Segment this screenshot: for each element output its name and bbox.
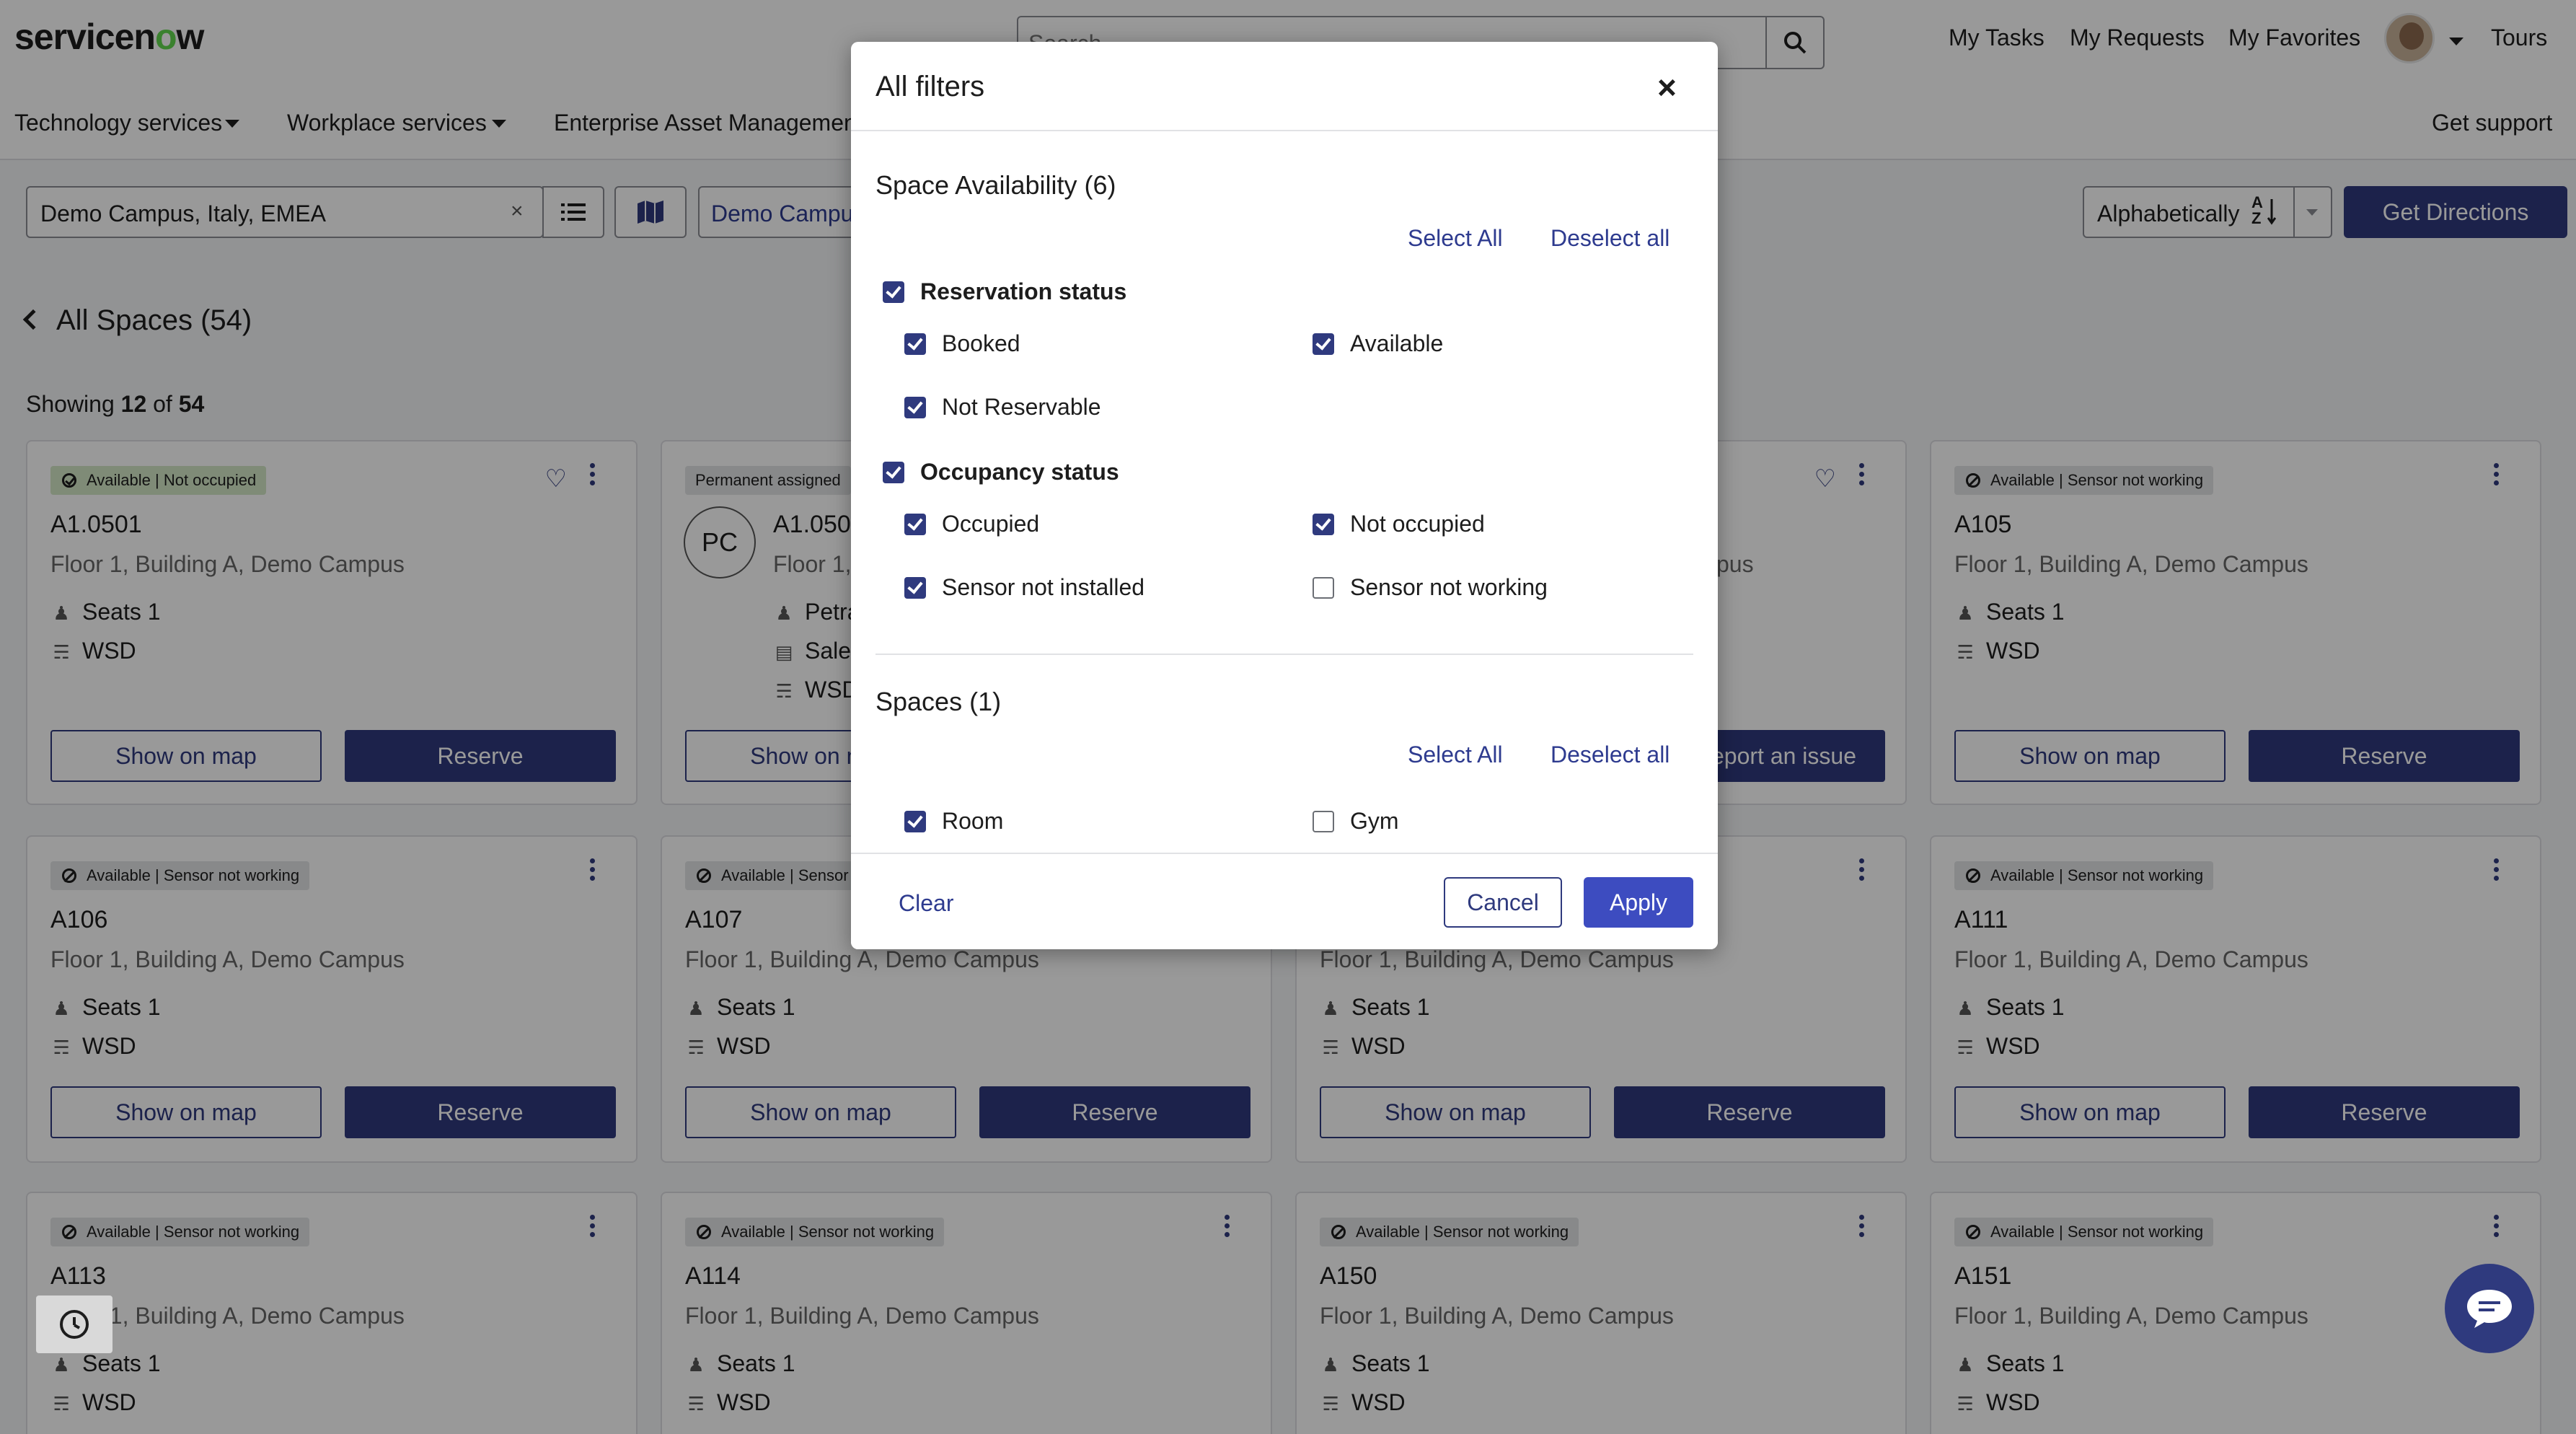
- dialog-header: All filters ×: [851, 42, 1718, 131]
- checkbox-checked-icon: [1313, 513, 1334, 535]
- occupied-checkbox[interactable]: Occupied: [904, 511, 1039, 537]
- checkbox-checked-icon: [883, 461, 904, 483]
- section-divider: [875, 654, 1693, 655]
- availability-deselect-all-link[interactable]: Deselect all: [1551, 225, 1669, 252]
- sensor-not-installed-checkbox[interactable]: Sensor not installed: [904, 574, 1144, 601]
- spaces-title: Spaces (1): [875, 687, 1002, 716]
- spaces-deselect-all-link[interactable]: Deselect all: [1551, 742, 1669, 768]
- checkbox-checked-icon: [904, 396, 926, 418]
- space-availability-title: Space Availability (6): [875, 170, 1116, 200]
- checkbox-unchecked-icon: [1313, 810, 1334, 832]
- close-icon[interactable]: ×: [1657, 68, 1677, 107]
- availability-select-all-link[interactable]: Select All: [1408, 225, 1503, 252]
- clock-icon: [60, 1310, 89, 1339]
- apply-button[interactable]: Apply: [1584, 877, 1693, 928]
- clear-filters-link[interactable]: Clear: [899, 890, 953, 917]
- booked-checkbox[interactable]: Booked: [904, 330, 1020, 357]
- dialog-title: All filters: [875, 71, 985, 102]
- checkbox-unchecked-icon: [1313, 576, 1334, 599]
- dialog-footer: Clear Cancel Apply: [851, 853, 1718, 949]
- gym-checkbox[interactable]: Gym: [1313, 808, 1399, 835]
- occupancy-status-checkbox[interactable]: Occupancy status: [883, 459, 1119, 485]
- checkbox-checked-icon: [1313, 333, 1334, 355]
- not-occupied-checkbox[interactable]: Not occupied: [1313, 511, 1485, 537]
- cancel-button[interactable]: Cancel: [1444, 877, 1562, 928]
- spaces-select-all-link[interactable]: Select All: [1408, 742, 1503, 768]
- room-checkbox[interactable]: Room: [904, 808, 1003, 835]
- checkbox-checked-icon: [883, 281, 904, 303]
- checkbox-checked-icon: [904, 576, 926, 599]
- all-filters-dialog: All filters × Space Availability (6) Sel…: [851, 42, 1718, 949]
- chat-bubble-icon: [2467, 1290, 2512, 1328]
- checkbox-checked-icon: [904, 810, 926, 832]
- reservation-status-checkbox[interactable]: Reservation status: [883, 278, 1126, 305]
- available-checkbox[interactable]: Available: [1313, 330, 1443, 357]
- chat-button[interactable]: [2445, 1264, 2534, 1353]
- checkbox-checked-icon: [904, 333, 926, 355]
- checkbox-checked-icon: [904, 513, 926, 535]
- history-button[interactable]: [36, 1296, 113, 1353]
- not-reservable-checkbox[interactable]: Not Reservable: [904, 394, 1101, 421]
- sensor-not-working-checkbox[interactable]: Sensor not working: [1313, 574, 1548, 601]
